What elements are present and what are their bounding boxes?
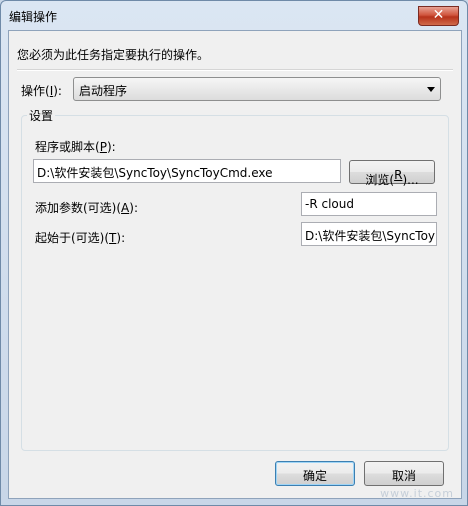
dialog-window: 编辑操作 ✕ 您必须为此任务指定要执行的操作。 操作(I): 启动程序 设置 程… — [0, 0, 468, 506]
settings-group-title: 设置 — [27, 107, 56, 124]
instruction-text: 您必须为此任务指定要执行的操作。 — [17, 48, 210, 62]
window-title: 编辑操作 — [9, 10, 58, 24]
args-input-value: -R cloud — [305, 197, 354, 211]
cancel-button[interactable]: 取消 — [364, 461, 444, 486]
browse-button[interactable]: 浏览(R)... — [349, 160, 435, 187]
chevron-down-icon — [427, 87, 435, 92]
cancel-button-label: 取消 — [391, 469, 416, 483]
action-select[interactable]: 启动程序 — [73, 77, 441, 101]
browse-button-label: 浏览(R)... — [365, 168, 419, 187]
action-select-value: 启动程序 — [79, 84, 128, 98]
program-label: 程序或脚本(P): — [35, 140, 116, 154]
action-label: 操作(I): — [21, 84, 62, 98]
separator — [17, 69, 453, 71]
args-label: 添加参数(可选)(A): — [35, 201, 138, 215]
dialog-content: 您必须为此任务指定要执行的操作。 操作(I): 启动程序 设置 程序或脚本(P)… — [8, 30, 462, 499]
title-bar[interactable]: 编辑操作 ✕ — [1, 1, 467, 31]
start-in-input-value: D:\软件安装包\SyncToy — [305, 229, 436, 243]
ok-button[interactable]: 确定 — [275, 461, 355, 486]
close-icon: ✕ — [432, 7, 445, 23]
ok-button-label: 确定 — [302, 469, 327, 483]
args-input[interactable]: -R cloud — [301, 192, 437, 216]
close-button[interactable]: ✕ — [418, 6, 459, 26]
program-input-value: D:\软件安装包\SyncToy\SyncToyCmd.exe — [37, 166, 273, 180]
program-input[interactable]: D:\软件安装包\SyncToy\SyncToyCmd.exe — [33, 159, 341, 183]
watermark-text: www.it.com — [380, 487, 454, 500]
start-in-label: 起始于(可选)(T): — [35, 231, 126, 245]
start-in-input[interactable]: D:\软件安装包\SyncToy — [301, 222, 437, 246]
